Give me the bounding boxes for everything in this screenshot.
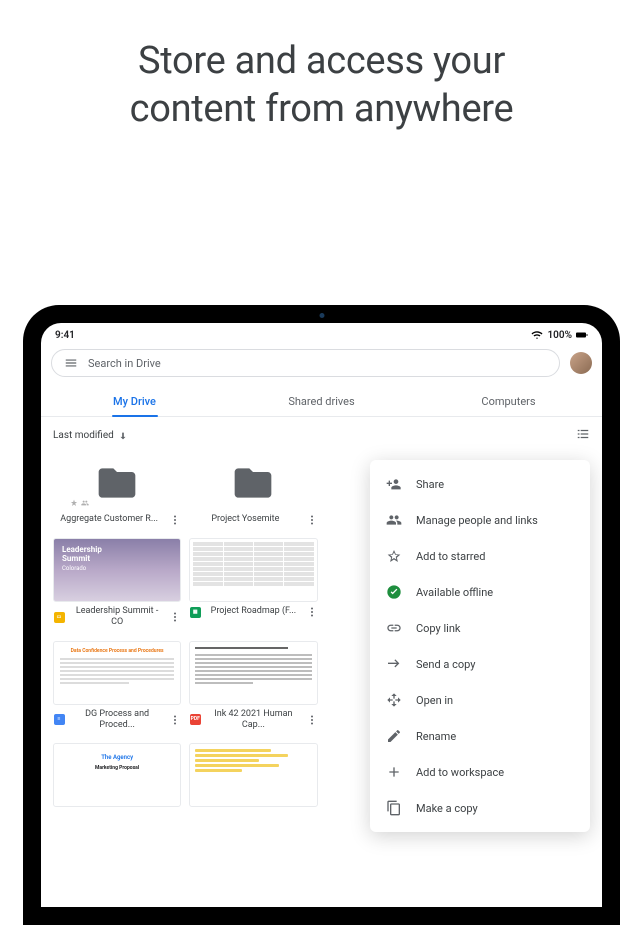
ctx-rename[interactable]: Rename <box>370 718 590 754</box>
folder-icon <box>89 461 145 505</box>
file-thumbnail: The Agency Marketing Proposal <box>53 743 181 807</box>
tab-my-drive[interactable]: My Drive <box>41 385 228 416</box>
status-bar: 9:41 100% <box>41 323 602 345</box>
arrow-down-icon <box>118 431 128 441</box>
file-item[interactable]: ▦ Project Roadmap (F... <box>189 538 317 629</box>
file-thumbnail <box>189 743 317 807</box>
ctx-available-offline[interactable]: Available offline <box>370 574 590 610</box>
search-placeholder: Search in Drive <box>88 357 161 370</box>
more-actions-button[interactable] <box>169 611 181 623</box>
file-item[interactable]: The Agency Marketing Proposal <box>53 743 181 807</box>
tab-shared-drives[interactable]: Shared drives <box>228 385 415 416</box>
more-actions-button[interactable] <box>169 714 181 726</box>
tablet-device-frame: 9:41 100% Search in Drive My Drive Share… <box>23 305 620 925</box>
file-name: Leadership Summit - CO <box>69 606 165 629</box>
file-item[interactable]: Data Confidence Process and Procedures ≡… <box>53 641 181 732</box>
battery-icon <box>576 329 588 341</box>
file-thumbnail: Data Confidence Process and Procedures <box>53 641 181 705</box>
docs-icon: ≡ <box>53 714 65 726</box>
tab-computers[interactable]: Computers <box>415 385 602 416</box>
folder-icon <box>225 461 281 505</box>
file-item[interactable] <box>189 743 317 807</box>
ctx-manage-people[interactable]: Manage people and links <box>370 502 590 538</box>
folder-item[interactable]: Project Yosemite <box>189 456 317 526</box>
folder-item[interactable]: Aggregate Customer R... <box>53 456 181 526</box>
status-battery-text: 100% <box>547 330 572 341</box>
star-outline-icon <box>386 548 402 564</box>
app-screen: 9:41 100% Search in Drive My Drive Share… <box>41 323 602 907</box>
copy-icon <box>386 800 402 816</box>
search-bar[interactable]: Search in Drive <box>51 349 560 377</box>
more-actions-button[interactable] <box>306 514 318 526</box>
pdf-icon: PDF <box>189 714 201 726</box>
send-icon <box>386 656 402 672</box>
wifi-icon <box>531 329 543 341</box>
slides-icon: ▭ <box>53 611 65 623</box>
camera-dot <box>319 313 324 318</box>
ctx-add-workspace[interactable]: Add to workspace <box>370 754 590 790</box>
sheets-icon: ▦ <box>189 606 201 618</box>
folder-name: Project Yosemite <box>189 514 301 525</box>
ctx-make-copy[interactable]: Make a copy <box>370 790 590 826</box>
ctx-add-starred[interactable]: Add to starred <box>370 538 590 574</box>
more-actions-button[interactable] <box>169 514 181 526</box>
account-avatar[interactable] <box>570 352 592 374</box>
more-actions-button[interactable] <box>306 606 318 618</box>
pencil-icon <box>386 728 402 744</box>
file-item[interactable]: Leadership Summit Colorado ▭ Leadership … <box>53 538 181 629</box>
hamburger-menu-icon[interactable] <box>64 356 78 370</box>
link-icon <box>386 620 402 636</box>
file-name: Ink 42 2021 Human Cap... <box>205 709 301 732</box>
promo-headline: Store and access your content from anywh… <box>0 38 643 133</box>
more-actions-button[interactable] <box>306 714 318 726</box>
list-view-toggle[interactable] <box>576 427 590 444</box>
file-thumbnail: Leadership Summit Colorado <box>53 538 181 602</box>
file-thumbnail <box>189 538 317 602</box>
file-thumbnail <box>189 641 317 705</box>
drive-tabs: My Drive Shared drives Computers <box>41 385 602 417</box>
file-item[interactable]: PDF Ink 42 2021 Human Cap... <box>189 641 317 732</box>
ctx-send-copy[interactable]: Send a copy <box>370 646 590 682</box>
file-context-menu: Share Manage people and links Add to sta… <box>370 460 590 832</box>
plus-icon <box>386 764 402 780</box>
ctx-share[interactable]: Share <box>370 466 590 502</box>
shared-icon <box>81 499 89 507</box>
open-in-icon <box>386 692 402 708</box>
star-icon <box>70 499 78 507</box>
check-circle-icon <box>386 584 402 600</box>
person-add-icon <box>386 476 402 492</box>
ctx-open-in[interactable]: Open in <box>370 682 590 718</box>
ctx-copy-link[interactable]: Copy link <box>370 610 590 646</box>
folder-name: Aggregate Customer R... <box>53 514 165 525</box>
status-time: 9:41 <box>55 330 75 341</box>
file-name: DG Process and Proced... <box>69 709 165 732</box>
file-name: Project Roadmap (F... <box>205 606 301 617</box>
sort-control[interactable]: Last modified <box>53 430 128 441</box>
people-icon <box>386 512 402 528</box>
